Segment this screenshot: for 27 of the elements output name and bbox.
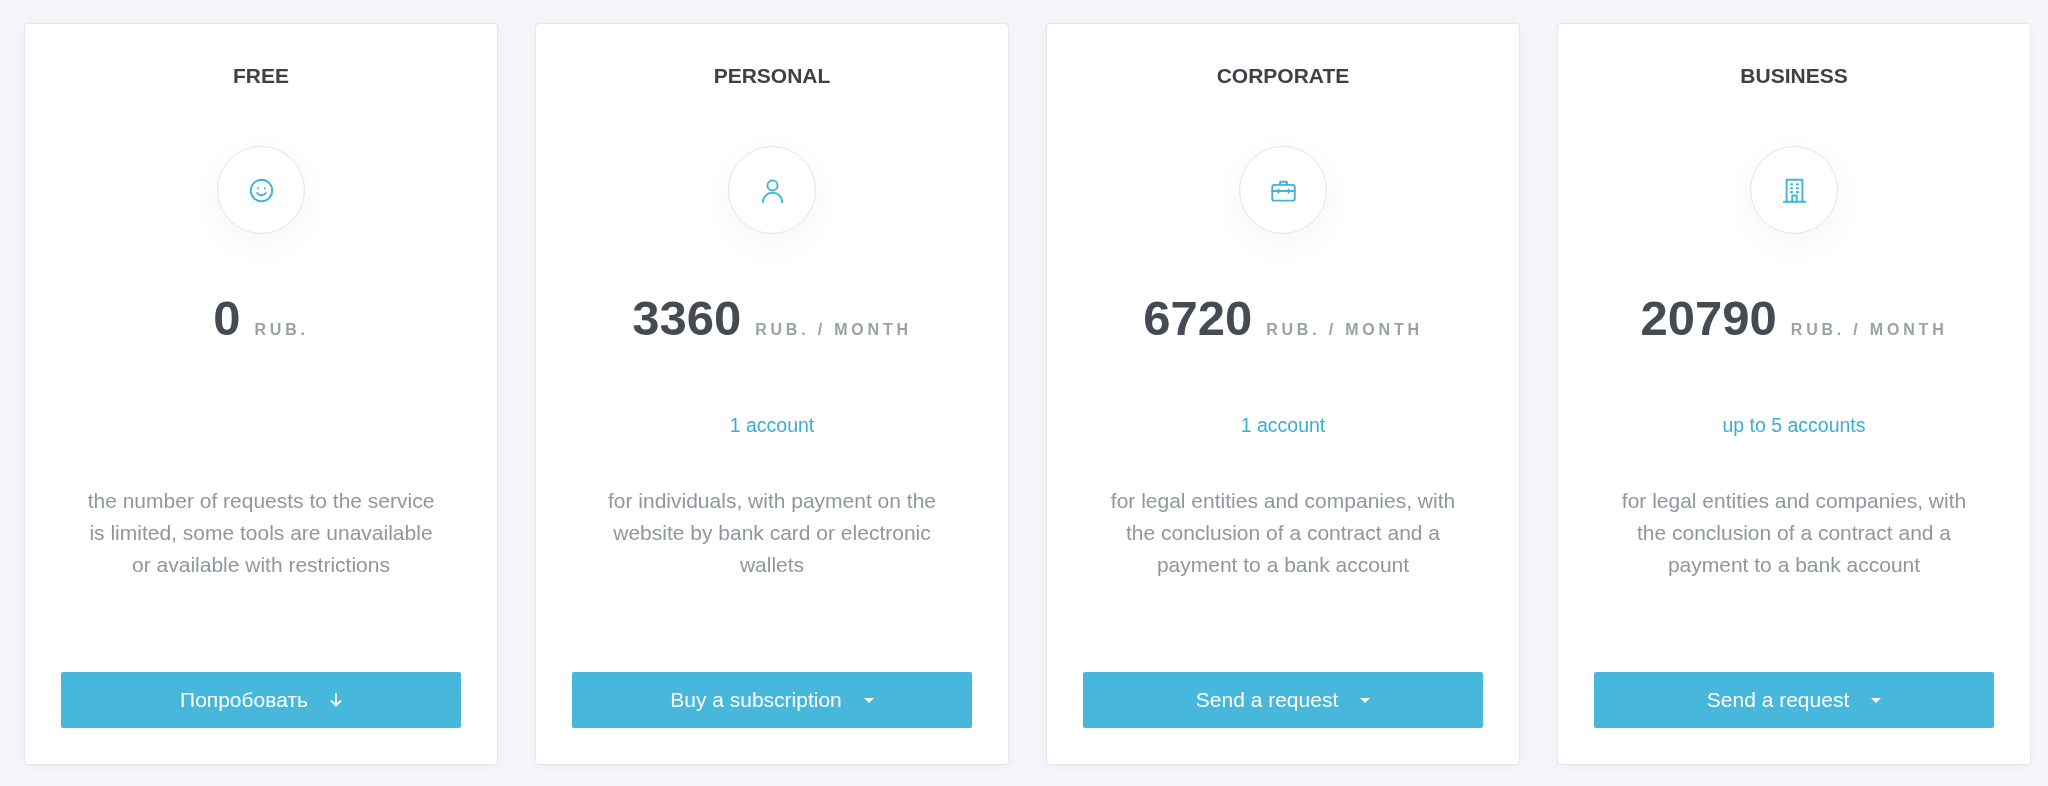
price-amount: 20790 bbox=[1640, 290, 1777, 346]
plan-description: for legal entities and companies, with the conclusion of a contract and a payment to a bank account bbox=[1620, 488, 1968, 578]
dropdown-button[interactable]: Buy a subscription bbox=[572, 672, 972, 728]
plan-description: for legal entities and companies, with the conclusion of a contract and a payment to a bank account bbox=[1109, 488, 1457, 578]
price-amount: 3360 bbox=[632, 290, 742, 346]
plan-title: BUSINESS bbox=[1740, 63, 1848, 89]
caret-down-icon bbox=[1360, 697, 1371, 703]
price-unit: RUB. bbox=[254, 321, 309, 339]
price-unit: RUB. / MONTH bbox=[1790, 321, 1948, 339]
plan-description: for individuals, with payment on the website by bank card or electronic wallets bbox=[607, 488, 937, 578]
account-limit: 1 account bbox=[1240, 413, 1326, 438]
plan-title: FREE bbox=[233, 63, 289, 89]
account-limit: 1 account bbox=[729, 413, 815, 438]
arrow-down-icon bbox=[329, 693, 342, 707]
dropdown-button[interactable]: Send a request bbox=[1594, 672, 1994, 728]
caret-down-icon bbox=[863, 697, 874, 703]
price-unit: RUB. / MONTH bbox=[755, 321, 912, 339]
action-button[interactable]: Попробовать bbox=[61, 672, 461, 728]
price-amount: 6720 bbox=[1143, 290, 1253, 346]
account-limit: up to 5 accounts bbox=[1722, 413, 1866, 438]
plan-title: PERSONAL bbox=[713, 63, 831, 89]
plan-title: CORPORATE bbox=[1216, 63, 1350, 89]
plan-description: the number of requests to the service is limited, some tools are unavailable or available with restrictions bbox=[86, 488, 436, 578]
price-amount: 0 bbox=[213, 290, 241, 346]
dropdown-button[interactable]: Send a request bbox=[1083, 672, 1483, 728]
caret-down-icon bbox=[1871, 697, 1882, 703]
price-unit: RUB. / MONTH bbox=[1266, 321, 1423, 339]
